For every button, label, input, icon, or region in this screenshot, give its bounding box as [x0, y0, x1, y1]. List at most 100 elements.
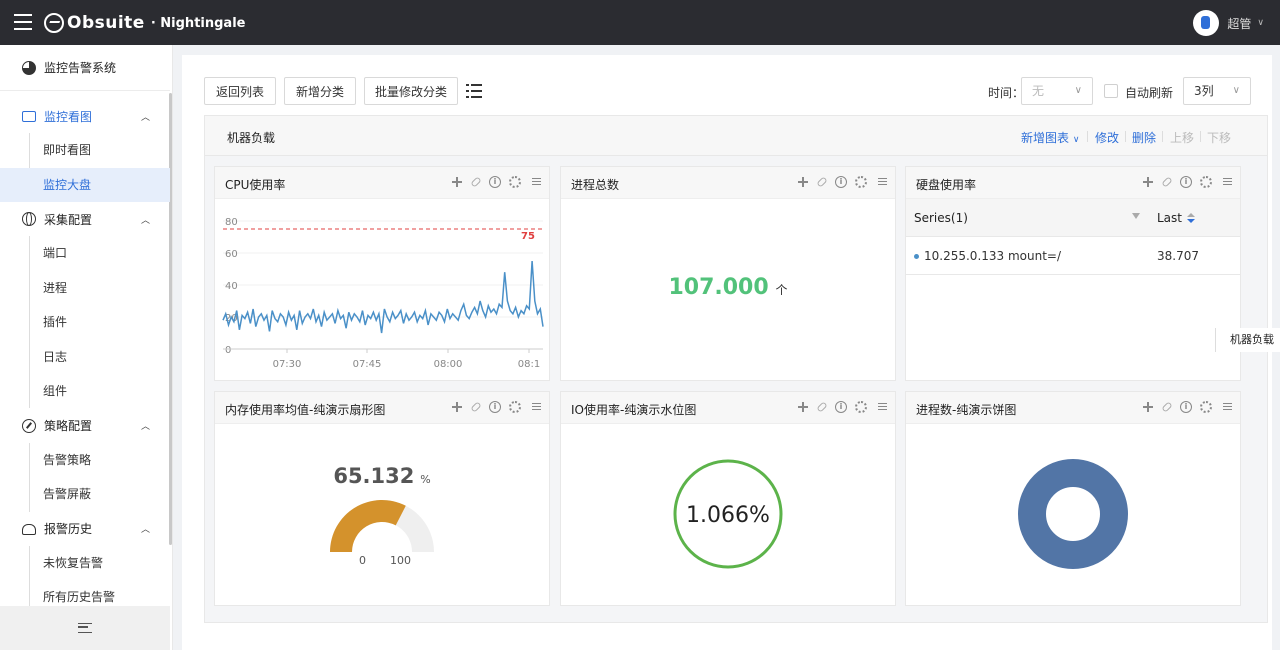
plus-icon[interactable]	[1142, 176, 1154, 188]
system-title-label: 监控告警系统	[44, 61, 117, 75]
menu-icon[interactable]	[875, 176, 887, 188]
columns-select-value: 3列	[1194, 84, 1214, 98]
x-tick-label: 07:30	[273, 359, 302, 370]
sidebar-item-alert-mute[interactable]: 告警屏蔽	[0, 477, 170, 512]
system-title[interactable]: 监控告警系统	[0, 45, 170, 91]
sidebar-item-process[interactable]: 进程	[0, 271, 170, 306]
io-value: 1.066%	[686, 503, 770, 528]
x-tick-label: 07:45	[353, 359, 382, 370]
process-total-stat: 107.000 个	[561, 275, 895, 300]
pie-chart-icon	[22, 60, 36, 75]
top-bar: Obsuite · Nightingale 超管 ∨	[0, 0, 1280, 45]
menu-group-strategy[interactable]: 策略配置 ︿	[0, 409, 170, 443]
process-total-unit: 个	[775, 283, 788, 297]
info-icon[interactable]: i	[489, 176, 501, 188]
link-icon[interactable]	[816, 176, 828, 188]
add-chart-button[interactable]: 新增图表 ∨	[1021, 129, 1079, 146]
menu-icon[interactable]	[1220, 176, 1232, 188]
donut-slice[interactable]	[1018, 459, 1128, 569]
info-icon[interactable]: i	[1180, 401, 1192, 413]
back-to-list-button[interactable]: 返回列表	[204, 77, 276, 105]
panel-title: 内存使用率均值-纯演示扇形图	[225, 403, 386, 417]
chevron-up-icon: ︿	[140, 422, 150, 432]
sidebar-item-unrecovered-alerts[interactable]: 未恢复告警	[0, 546, 170, 581]
filter-icon[interactable]	[1132, 213, 1140, 219]
menu-group-monitor-view[interactable]: 监控看图 ︿	[0, 99, 170, 133]
sidebar-item-alert-strategy[interactable]: 告警策略	[0, 443, 170, 478]
time-select[interactable]: 无 ∨	[1021, 77, 1093, 105]
plus-icon[interactable]	[451, 176, 463, 188]
sort-icon[interactable]	[1187, 213, 1195, 223]
menu-group-alert-history[interactable]: 报警历史 ︿	[0, 512, 170, 546]
sidebar-item-component[interactable]: 组件	[0, 374, 170, 409]
sidebar-item-port[interactable]: 端口	[0, 236, 170, 271]
gear-icon[interactable]	[1200, 401, 1212, 413]
column-header-last[interactable]: Last	[1157, 211, 1182, 225]
gear-icon[interactable]	[1200, 176, 1212, 188]
auto-refresh-checkbox[interactable]	[1104, 84, 1118, 98]
gear-icon[interactable]	[855, 176, 867, 188]
add-chart-label: 新增图表	[1021, 131, 1070, 145]
user-menu[interactable]: 超管 ∨	[1193, 10, 1264, 36]
menu-group-collection[interactable]: 采集配置 ︿	[0, 202, 170, 236]
chevron-down-icon: ∨	[1074, 85, 1082, 96]
row-series-name: 10.255.0.133 mount=/	[924, 249, 1062, 263]
process-donut-chart	[1018, 459, 1128, 569]
link-icon[interactable]	[816, 401, 828, 413]
panel-title: 进程总数	[571, 178, 620, 192]
info-icon[interactable]: i	[835, 176, 847, 188]
panel-io-liquid: IO使用率-纯演示水位图 i 1.066%	[560, 391, 896, 606]
logo[interactable]: Obsuite · Nightingale	[44, 11, 245, 35]
link-icon[interactable]	[470, 176, 482, 188]
sidebar: 监控告警系统 监控看图 ︿ 即时看图 监控大盘 采集配置 ︿ 端口 进程 插件 …	[0, 45, 173, 650]
gauge-max-label: 100	[390, 554, 411, 567]
x-tick-label: 08:00	[434, 359, 463, 370]
sidebar-item-instant-view[interactable]: 即时看图	[0, 133, 170, 168]
main-content: 返回列表 新增分类 批量修改分类 时间： 无 ∨ 自动刷新 3列 ∨ 机器负载 …	[182, 55, 1272, 650]
panel-header: CPU使用率 i	[215, 167, 549, 199]
panel-memory-gauge: 内存使用率均值-纯演示扇形图 i 65.132 % 0 100	[214, 391, 550, 606]
gear-icon[interactable]	[509, 176, 521, 188]
panel-tools: i	[1134, 176, 1232, 188]
menu-icon[interactable]	[529, 401, 541, 413]
menu-icon[interactable]	[875, 401, 887, 413]
plus-icon[interactable]	[797, 176, 809, 188]
plus-icon[interactable]	[797, 401, 809, 413]
move-down-button[interactable]: 下移	[1207, 129, 1231, 146]
move-up-button[interactable]: 上移	[1170, 129, 1194, 146]
dashboard-side-tab[interactable]: 机器负载	[1215, 328, 1280, 352]
collapse-icon	[78, 623, 92, 633]
sidebar-item-dashboard[interactable]: 监控大盘	[0, 167, 170, 202]
chevron-up-icon: ︿	[140, 525, 150, 535]
edit-button[interactable]: 修改	[1095, 129, 1119, 146]
hamburger-menu-icon[interactable]	[14, 14, 32, 30]
sidebar-item-plugin[interactable]: 插件	[0, 305, 170, 340]
columns-select[interactable]: 3列 ∨	[1183, 77, 1251, 105]
gear-icon[interactable]	[855, 401, 867, 413]
menu-icon[interactable]	[529, 176, 541, 188]
plus-icon[interactable]	[451, 401, 463, 413]
avatar	[1193, 10, 1220, 36]
y-tick-label: 0	[225, 345, 231, 356]
list-settings-icon[interactable]	[466, 84, 482, 98]
panel-cpu-usage: CPU使用率 i 0 20 40 60 80 75 07:30 07:45 08:00 08:1	[214, 166, 550, 381]
info-icon[interactable]: i	[1180, 176, 1192, 188]
menu-icon[interactable]	[1220, 401, 1232, 413]
column-header-series: Series(1)	[914, 211, 968, 225]
cpu-line-chart: 0204060807507:30 07:45 08:00 08:1	[222, 217, 544, 370]
panel-process-pie: 进程数-纯演示饼图 i	[905, 391, 1241, 606]
sidebar-item-log[interactable]: 日志	[0, 340, 170, 375]
table-row[interactable]: 10.255.0.133 mount=/ 38.707	[906, 237, 1240, 275]
add-category-button[interactable]: 新增分类	[284, 77, 356, 105]
link-icon[interactable]	[1161, 401, 1173, 413]
gear-icon[interactable]	[509, 401, 521, 413]
panel-title: 进程数-纯演示饼图	[916, 403, 1017, 417]
link-icon[interactable]	[470, 401, 482, 413]
info-icon[interactable]: i	[835, 401, 847, 413]
delete-button[interactable]: 删除	[1132, 129, 1156, 146]
info-icon[interactable]: i	[489, 401, 501, 413]
plus-icon[interactable]	[1142, 401, 1154, 413]
link-icon[interactable]	[1161, 176, 1173, 188]
sidebar-collapse-button[interactable]	[0, 606, 170, 650]
batch-edit-category-button[interactable]: 批量修改分类	[364, 77, 458, 105]
